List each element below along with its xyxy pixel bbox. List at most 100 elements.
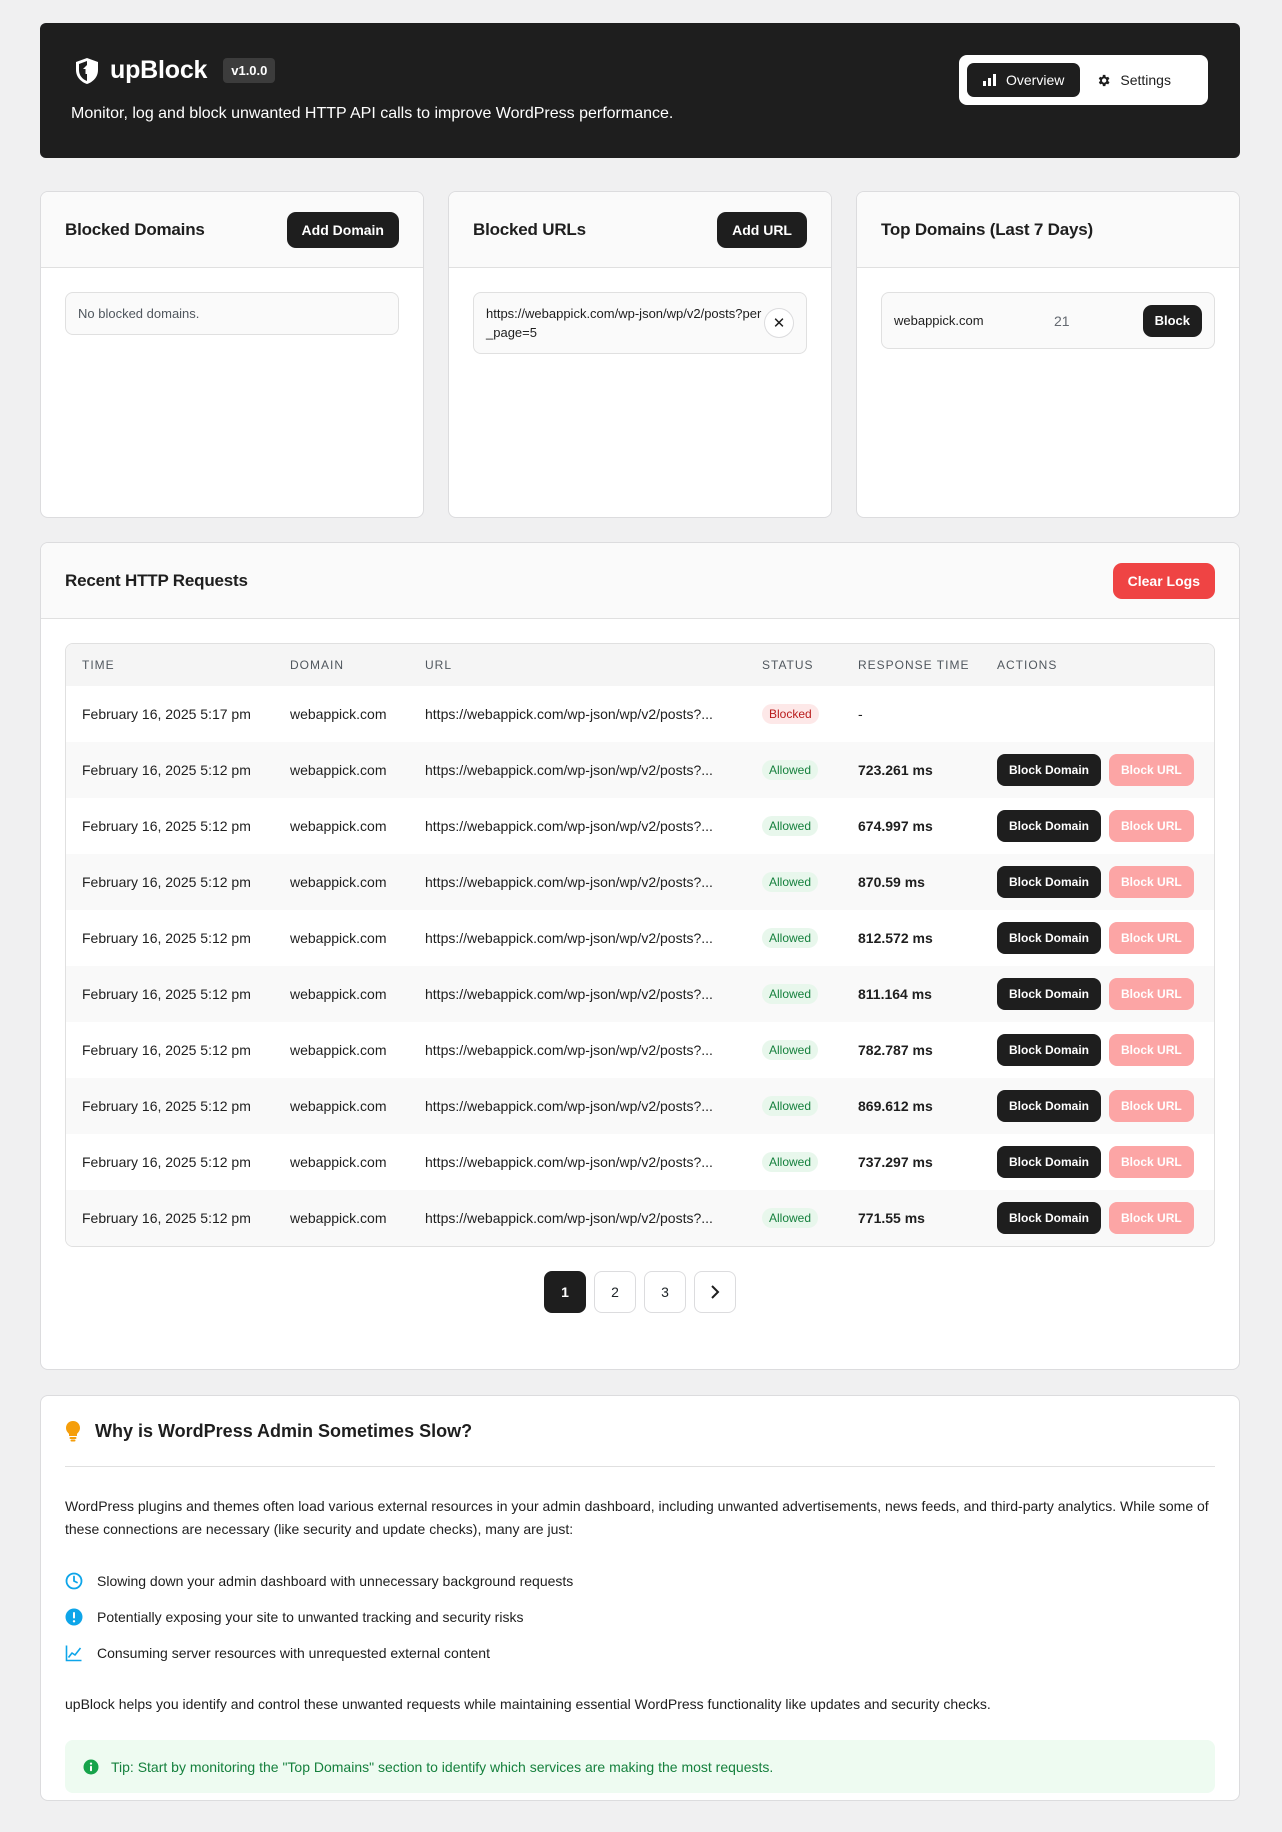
top-domains-card: Top Domains (Last 7 Days) webappick.com … [856, 191, 1240, 518]
top-domain-row: webappick.com 21 Block [881, 292, 1215, 349]
why-title: Why is WordPress Admin Sometimes Slow? [65, 1420, 1215, 1442]
blocked-domains-title: Blocked Domains [65, 219, 205, 239]
row-response-time: 782.787 ms [858, 1042, 933, 1058]
table-row: February 16, 2025 5:12 pm webappick.com ht… [66, 798, 1214, 854]
info-icon [83, 1759, 99, 1774]
block-domain-button[interactable]: Block Domain [997, 866, 1102, 898]
blocked-domains-empty: No blocked domains. [65, 292, 399, 335]
block-domain-button[interactable]: Block Domain [997, 922, 1102, 954]
block-domain-button[interactable]: Block Domain [997, 1202, 1102, 1234]
status-badge: Allowed [762, 872, 819, 892]
row-domain: webappick.com [290, 930, 387, 946]
top-domains-title: Top Domains (Last 7 Days) [881, 219, 1093, 239]
col-response-time: RESPONSE TIME [858, 658, 970, 672]
row-time: February 16, 2025 5:12 pm [82, 930, 251, 946]
block-url-button[interactable]: Block URL [1109, 754, 1194, 786]
blocked-domains-card: Blocked Domains Add Domain No blocked do… [40, 191, 424, 518]
table-header-row: TIME DOMAIN URL STATUS RESPONSE TIME ACT… [66, 644, 1214, 686]
block-url-button[interactable]: Block URL [1109, 1090, 1194, 1122]
tab-settings-label: Settings [1120, 72, 1171, 88]
block-domain-button[interactable]: Block Domain [997, 1146, 1102, 1178]
row-status-cell: Allowed [746, 1134, 842, 1190]
version-badge: v1.0.0 [223, 58, 276, 83]
add-url-button[interactable]: Add URL [717, 211, 807, 248]
block-domain-button[interactable]: Block Domain [997, 754, 1102, 786]
status-badge: Allowed [762, 1208, 819, 1228]
blocked-url-text: https://webappick.com/wp-json/wp/v2/post… [486, 306, 762, 340]
row-domain: webappick.com [290, 1154, 387, 1170]
row-time: February 16, 2025 5:12 pm [82, 1210, 251, 1226]
page-3-button[interactable]: 3 [644, 1271, 686, 1313]
top-domain-name: webappick.com [894, 313, 984, 328]
status-badge: Allowed [762, 816, 819, 836]
table-row: February 16, 2025 5:12 pm webappick.com ht… [66, 1134, 1214, 1190]
tab-overview[interactable]: Overview [967, 63, 1081, 97]
row-url: https://webappick.com/wp-json/wp/v2/post… [425, 1154, 713, 1170]
status-badge: Allowed [762, 1096, 819, 1116]
brand: upBlock v1.0.0 [74, 56, 276, 85]
status-badge: Blocked [762, 704, 819, 724]
why-bullet-resources: Consuming server resources with unreques… [65, 1635, 1215, 1671]
row-url: https://webappick.com/wp-json/wp/v2/post… [425, 762, 713, 778]
shield-icon [76, 57, 98, 84]
row-url: https://webappick.com/wp-json/wp/v2/post… [425, 986, 713, 1002]
close-icon: ✕ [772, 314, 786, 332]
col-domain: DOMAIN [290, 658, 344, 672]
col-actions: ACTIONS [997, 658, 1058, 672]
block-top-domain-button[interactable]: Block [1142, 304, 1202, 337]
block-domain-button[interactable]: Block Domain [997, 1090, 1102, 1122]
status-badge: Allowed [762, 1040, 819, 1060]
block-url-button[interactable]: Block URL [1109, 1034, 1194, 1066]
clear-logs-button[interactable]: Clear Logs [1112, 562, 1215, 599]
page-2-button[interactable]: 2 [594, 1271, 636, 1313]
tip-text: Tip: Start by monitoring the "Top Domain… [111, 1758, 774, 1775]
row-domain: webappick.com [290, 706, 387, 722]
row-domain: webappick.com [290, 1210, 387, 1226]
why-bullet-tracking: Potentially exposing your site to unwant… [65, 1599, 1215, 1635]
next-page-button[interactable] [694, 1271, 736, 1313]
row-domain: webappick.com [290, 986, 387, 1002]
lightbulb-icon [66, 1421, 80, 1442]
row-response-time: 771.55 ms [858, 1210, 925, 1226]
table-row: February 16, 2025 5:12 pm webappick.com ht… [66, 742, 1214, 798]
row-status-cell: Allowed [746, 1022, 842, 1078]
block-url-button[interactable]: Block URL [1109, 866, 1194, 898]
why-bullet-tracking-text: Potentially exposing your site to unwant… [97, 1609, 524, 1625]
recent-requests-title: Recent HTTP Requests [65, 570, 248, 590]
requests-table-wrap: TIME DOMAIN URL STATUS RESPONSE TIME ACT… [65, 643, 1215, 1247]
blocked-urls-title: Blocked URLs [473, 219, 586, 239]
why-bullet-slow: Slowing down your admin dashboard with u… [65, 1563, 1215, 1599]
row-response-time: 723.261 ms [858, 762, 933, 778]
block-domain-button[interactable]: Block Domain [997, 1034, 1102, 1066]
block-domain-button[interactable]: Block Domain [997, 978, 1102, 1010]
why-bullet-resources-text: Consuming server resources with unreques… [97, 1645, 490, 1661]
block-url-button[interactable]: Block URL [1109, 978, 1194, 1010]
requests-table: TIME DOMAIN URL STATUS RESPONSE TIME ACT… [66, 644, 1214, 1246]
row-time: February 16, 2025 5:17 pm [82, 706, 251, 722]
table-row: February 16, 2025 5:12 pm webappick.com ht… [66, 966, 1214, 1022]
row-response-time: 870.59 ms [858, 874, 925, 890]
row-response-time: - [858, 706, 863, 722]
blocked-urls-header: Blocked URLs Add URL [449, 192, 831, 268]
block-url-button[interactable]: Block URL [1109, 922, 1194, 954]
block-url-button[interactable]: Block URL [1109, 1202, 1194, 1234]
tab-settings[interactable]: Settings [1080, 63, 1187, 97]
row-time: February 16, 2025 5:12 pm [82, 986, 251, 1002]
row-status-cell: Allowed [746, 1190, 842, 1246]
table-row: February 16, 2025 5:12 pm webappick.com ht… [66, 1190, 1214, 1246]
block-url-button[interactable]: Block URL [1109, 810, 1194, 842]
row-status-cell: Allowed [746, 854, 842, 910]
add-domain-button[interactable]: Add Domain [286, 211, 399, 248]
app-header: upBlock v1.0.0 Monitor, log and block un… [40, 23, 1240, 158]
row-response-time: 737.297 ms [858, 1154, 933, 1170]
block-domain-button[interactable]: Block Domain [997, 810, 1102, 842]
row-actions [981, 686, 1214, 742]
clock-icon [65, 1572, 83, 1590]
page-1-button[interactable]: 1 [544, 1271, 586, 1313]
row-actions: Block Domain Block URL [981, 1134, 1214, 1190]
remove-url-button[interactable]: ✕ [764, 308, 794, 338]
row-actions: Block Domain Block URL [981, 742, 1214, 798]
table-row: February 16, 2025 5:12 pm webappick.com ht… [66, 1078, 1214, 1134]
block-url-button[interactable]: Block URL [1109, 1146, 1194, 1178]
row-actions: Block Domain Block URL [981, 1190, 1214, 1246]
